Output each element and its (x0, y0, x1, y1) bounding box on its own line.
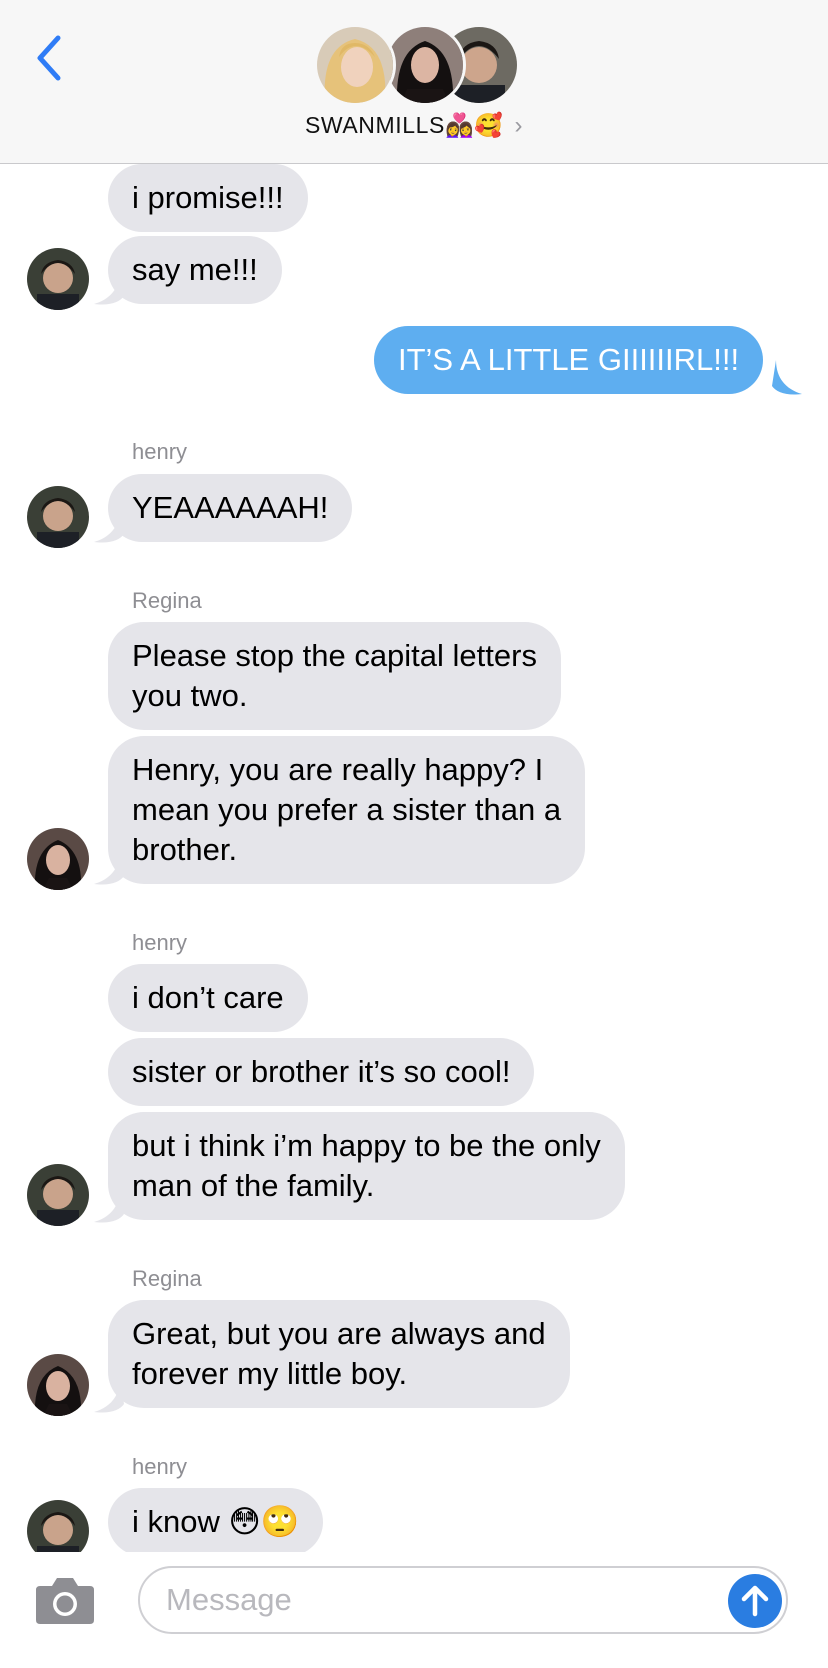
message-bubble[interactable]: Henry, you are really happy? I mean you … (108, 736, 586, 884)
message-bubble[interactable]: sister or brother it’s so cool! (108, 1038, 535, 1106)
regina-avatar[interactable] (27, 828, 89, 890)
message-bubble[interactable]: but i think i’m happy to be the only man… (108, 1112, 625, 1220)
arrow-up-icon (741, 1585, 769, 1617)
emma-avatar (314, 24, 396, 106)
message-bubble[interactable]: i promise!!! (108, 164, 308, 232)
message-line: brother. (132, 832, 238, 867)
message-text: YEAAAAAAH! (132, 490, 329, 525)
conversation-header: SWANMILLS👩‍❤️‍👩🥰 › (0, 0, 828, 164)
back-chevron-icon[interactable] (30, 34, 70, 82)
message-line: Henry, you are really happy? I (132, 752, 544, 787)
henry-avatar[interactable] (27, 486, 89, 548)
group-name: SWANMILLS (304, 112, 445, 138)
bubble-tail (94, 270, 124, 305)
message-bubble[interactable]: Great, but you are always and forever my… (108, 1300, 570, 1408)
sender-name: henry (132, 1454, 188, 1479)
message-line: forever my little boy. (132, 1356, 408, 1391)
sender-name: Regina (132, 588, 202, 613)
bubble-tail (94, 850, 124, 885)
bubble-tail (94, 1378, 124, 1413)
message-line: Please stop the capital letters (132, 638, 537, 673)
message-text: i know (132, 1504, 220, 1539)
sender-name: Regina (132, 1266, 202, 1291)
message-bubble[interactable]: i don’t care (108, 964, 308, 1032)
message-text: say me!!! (132, 252, 258, 287)
compose-bar (0, 1552, 828, 1668)
bubble-tail (94, 1188, 124, 1223)
message-input[interactable] (138, 1566, 788, 1634)
message-bubble[interactable]: YEAAAAAAH! (108, 474, 353, 542)
chevron-right-icon: › (514, 112, 524, 139)
conversation-title[interactable]: SWANMILLS👩‍❤️‍👩🥰 › (0, 112, 828, 140)
messages-screen: i promise!!! say me!!! IT’S A LITTLE GII… (0, 0, 828, 1668)
sender-name: henry (132, 439, 188, 464)
henry-avatar[interactable] (27, 248, 89, 310)
message-text: i don’t care (132, 980, 284, 1015)
regina-avatar (384, 24, 466, 106)
message-text: IT’S A LITTLE GIIIIIIRL!!! (398, 342, 740, 377)
group-avatars[interactable] (314, 24, 520, 108)
message-bubble-outgoing[interactable]: IT’S A LITTLE GIIIIIIRL!!! (374, 326, 764, 394)
message-bubble[interactable]: Please stop the capital letters you two. (108, 622, 561, 730)
message-emojis: 😳🙄 (228, 1504, 300, 1539)
message-text: i promise!!! (132, 180, 284, 215)
message-text: sister or brother it’s so cool! (132, 1054, 511, 1089)
camera-icon[interactable] (34, 1576, 96, 1626)
regina-avatar[interactable] (27, 1354, 89, 1416)
group-name-emojis: 👩‍❤️‍👩🥰 (444, 112, 504, 138)
message-line: Great, but you are always and (132, 1316, 546, 1351)
message-line: man of the family. (132, 1168, 375, 1203)
message-bubble[interactable]: i know 😳🙄 (108, 1488, 324, 1556)
message-line: but i think i’m happy to be the only (132, 1128, 601, 1163)
message-line: mean you prefer a sister than a (132, 792, 562, 827)
sender-name: henry (132, 930, 188, 955)
message-line: you two. (132, 678, 248, 713)
bubble-tail (94, 508, 124, 543)
bubble-tail (772, 360, 802, 395)
conversation[interactable]: i promise!!! say me!!! IT’S A LITTLE GII… (0, 0, 828, 1562)
send-button[interactable] (728, 1574, 782, 1628)
message-bubble[interactable]: say me!!! (108, 236, 282, 304)
henry-avatar[interactable] (27, 1164, 89, 1226)
